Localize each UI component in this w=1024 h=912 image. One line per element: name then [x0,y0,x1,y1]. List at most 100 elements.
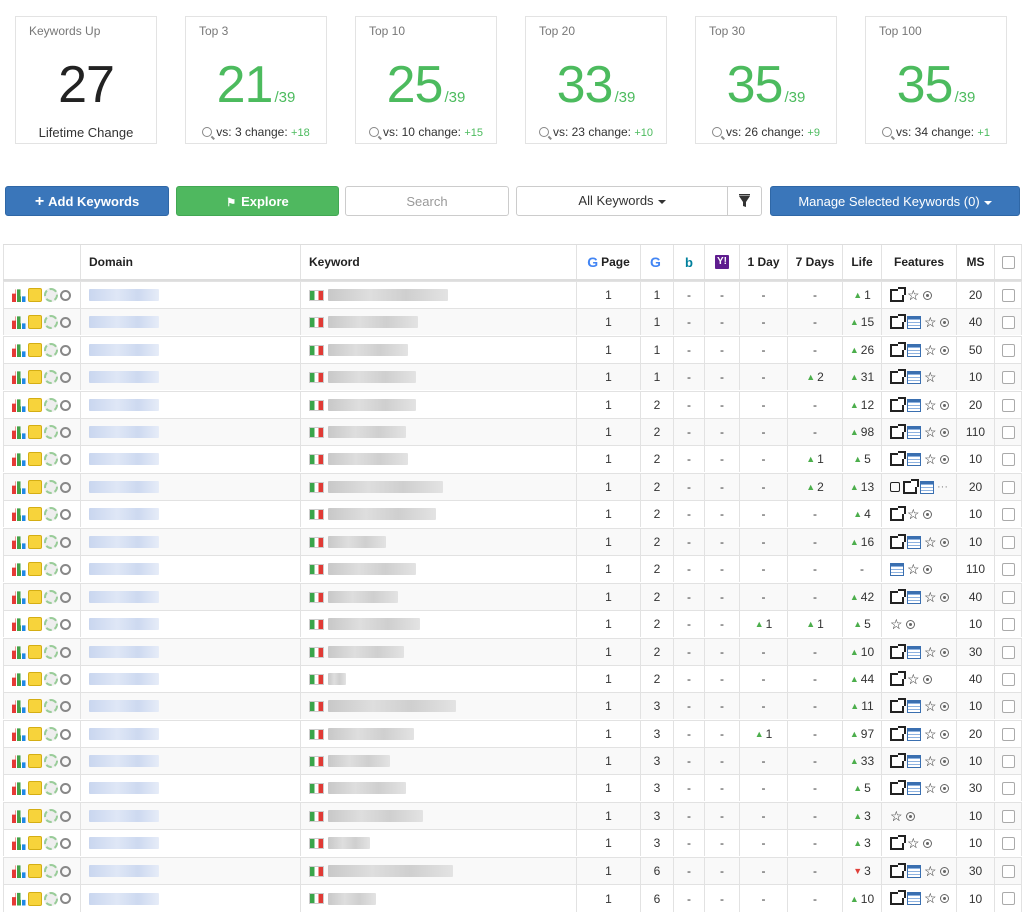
note-icon[interactable] [27,315,42,329]
domain-link[interactable] [89,399,159,411]
note-icon[interactable] [27,645,42,659]
settings-icon[interactable] [43,781,58,795]
settings-icon[interactable] [43,343,58,357]
header-select-all[interactable] [994,245,1022,279]
row-checkbox[interactable] [1001,645,1015,659]
row-checkbox[interactable] [1001,781,1015,795]
note-icon[interactable] [27,535,42,549]
select-cell[interactable] [994,501,1022,527]
note-icon[interactable] [27,507,42,521]
row-checkbox[interactable] [1001,836,1015,850]
search-icon[interactable] [59,289,71,301]
settings-icon[interactable] [43,507,58,521]
domain-link[interactable] [89,782,159,794]
chart-icon[interactable] [11,316,26,329]
search-icon[interactable] [59,618,71,630]
settings-icon[interactable] [43,452,58,466]
note-icon[interactable] [27,809,42,823]
note-icon[interactable] [27,781,42,795]
search-icon[interactable] [59,316,71,328]
select-cell[interactable] [994,775,1022,801]
chart-icon[interactable] [11,289,26,302]
chart-icon[interactable] [11,563,26,576]
chart-icon[interactable] [11,508,26,521]
settings-icon[interactable] [43,754,58,768]
chart-icon[interactable] [11,453,26,466]
domain-link[interactable] [89,316,159,328]
select-cell[interactable] [994,830,1022,856]
domain-link[interactable] [89,646,159,658]
select-cell[interactable] [994,337,1022,363]
search-icon[interactable] [59,865,71,877]
select-cell[interactable] [994,693,1022,719]
chart-icon[interactable] [11,536,26,549]
note-icon[interactable] [27,562,42,576]
select-cell[interactable] [994,666,1022,692]
note-icon[interactable] [27,452,42,466]
settings-icon[interactable] [43,425,58,439]
select-cell[interactable] [994,529,1022,555]
domain-link[interactable] [89,837,159,849]
select-cell[interactable] [994,446,1022,472]
row-checkbox[interactable] [1001,480,1015,494]
chart-icon[interactable] [11,700,26,713]
settings-icon[interactable] [43,480,58,494]
select-cell[interactable] [994,309,1022,335]
row-checkbox[interactable] [1001,727,1015,741]
row-checkbox[interactable] [1001,343,1015,357]
chart-icon[interactable] [11,618,26,631]
search-icon[interactable] [59,563,71,575]
domain-link[interactable] [89,536,159,548]
domain-link[interactable] [89,618,159,630]
row-checkbox[interactable] [1001,892,1015,905]
search-icon[interactable] [59,453,71,465]
search-icon[interactable] [59,700,71,712]
note-icon[interactable] [27,398,42,412]
row-checkbox[interactable] [1001,699,1015,713]
settings-icon[interactable] [43,836,58,850]
domain-link[interactable] [89,453,159,465]
header-features[interactable]: Features [881,245,956,279]
settings-icon[interactable] [43,535,58,549]
domain-link[interactable] [89,810,159,822]
settings-icon[interactable] [43,891,58,906]
select-cell[interactable] [994,639,1022,665]
note-icon[interactable] [27,480,42,494]
row-checkbox[interactable] [1001,809,1015,823]
select-cell[interactable] [994,611,1022,637]
row-checkbox[interactable] [1001,370,1015,384]
settings-icon[interactable] [43,315,58,329]
keyword-filter-dropdown[interactable]: All Keywords [516,186,728,216]
row-checkbox[interactable] [1001,864,1015,878]
search-icon[interactable] [59,673,71,685]
search-icon[interactable] [59,481,71,493]
search-icon[interactable] [59,399,71,411]
search-icon[interactable] [59,426,71,438]
search-icon[interactable] [59,728,71,740]
row-checkbox[interactable] [1001,507,1015,521]
search-icon[interactable] [59,591,71,603]
header-1-day[interactable]: 1 Day [739,245,787,279]
domain-link[interactable] [89,892,159,905]
chart-icon[interactable] [11,673,26,686]
header-bing[interactable]: b [673,245,704,279]
domain-link[interactable] [89,508,159,520]
search-icon[interactable] [59,371,71,383]
header-page[interactable]: G Page [576,245,640,279]
domain-link[interactable] [89,673,159,685]
row-checkbox[interactable] [1001,617,1015,631]
note-icon[interactable] [27,343,42,357]
domain-link[interactable] [89,865,159,877]
search-icon[interactable] [59,782,71,794]
settings-icon[interactable] [43,672,58,686]
note-icon[interactable] [27,288,42,302]
chart-icon[interactable] [11,782,26,795]
note-icon[interactable] [27,699,42,713]
domain-link[interactable] [89,426,159,438]
search-input[interactable] [345,186,509,216]
domain-link[interactable] [89,481,159,493]
header-yahoo[interactable]: Y! [704,245,739,279]
header-domain[interactable]: Domain [80,245,300,279]
chart-icon[interactable] [11,810,26,823]
select-cell[interactable] [994,721,1022,747]
